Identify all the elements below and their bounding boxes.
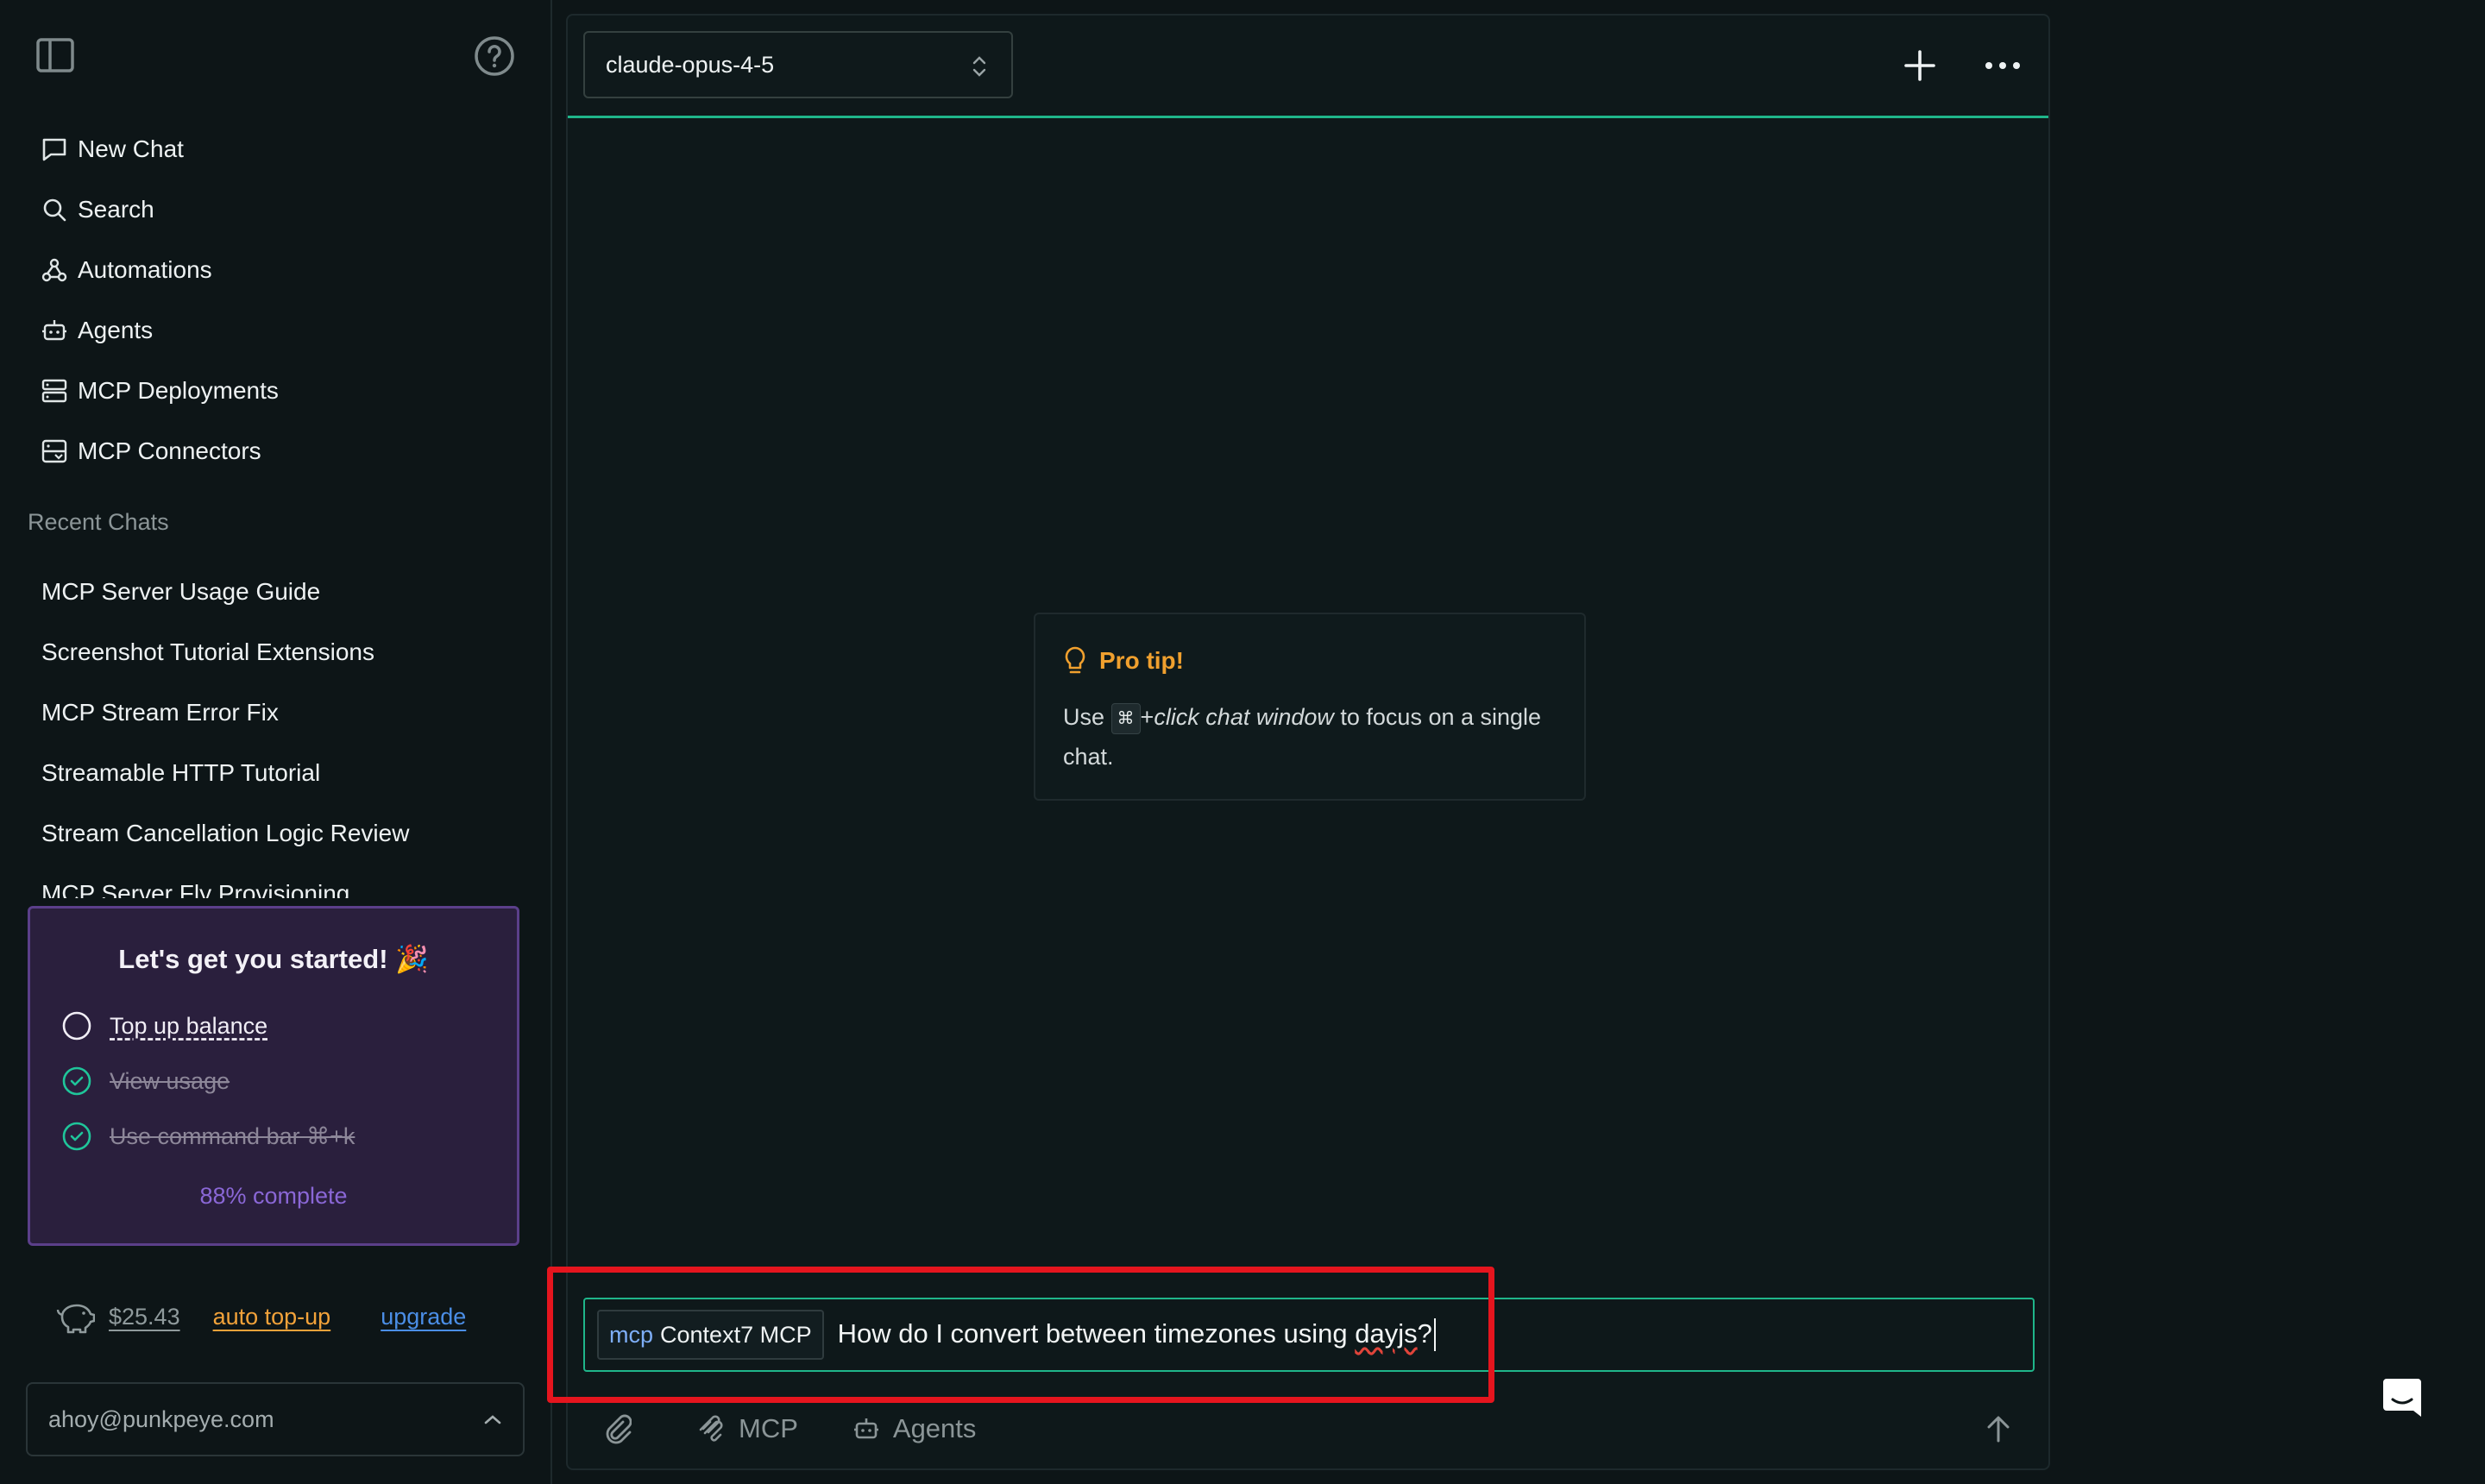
recent-chats-list: MCP Server Usage Guide Screenshot Tutori… (41, 562, 525, 898)
account-email: ahoy@punkpeye.com (48, 1405, 274, 1432)
unchecked-circle-icon (62, 1011, 91, 1041)
mcp-icon (699, 1415, 723, 1442)
text-caret (1433, 1318, 1436, 1352)
chat-input[interactable]: mcp Context7 MCP How do I convert betwee… (583, 1298, 2035, 1372)
account-menu[interactable]: ahoy@punkpeye.com (26, 1382, 525, 1456)
tip-plus: + (1140, 704, 1154, 730)
nav-search-label: Search (78, 196, 154, 223)
chevron-up-down-icon (972, 56, 986, 77)
input-text-before: How do I convert between timezones using (837, 1317, 1356, 1349)
nav-automations[interactable]: Automations (28, 240, 511, 300)
nav-mcp-deployments-label: MCP Deployments (78, 377, 279, 404)
help-icon[interactable] (473, 35, 516, 78)
auto-top-up-link[interactable]: auto top-up (213, 1304, 331, 1330)
task-label: Top up balance (110, 1012, 268, 1039)
webhook-icon (41, 258, 67, 282)
nav-search[interactable]: Search (28, 179, 511, 240)
nav-new-chat[interactable]: New Chat (28, 119, 511, 179)
attach-button[interactable] (602, 1413, 644, 1444)
onboarding-title: Let's get you started! 🎉 (118, 944, 429, 974)
onboarding-progress: 88% complete (199, 1183, 348, 1209)
model-select-value: claude-opus-4-5 (606, 51, 775, 78)
recent-chats-heading: Recent Chats (28, 509, 169, 535)
piggy-bank-icon (56, 1304, 95, 1334)
paperclip-icon (606, 1414, 632, 1444)
chat-panel: claude-opus-4-5 Pro tip! Use ⌘ +click cha… (566, 14, 2050, 1470)
recent-chat-item[interactable]: MCP Server Fly Provisioning (41, 864, 525, 898)
sidebar-nav: New Chat Search Automations Agents MCP D… (28, 119, 511, 481)
upgrade-link[interactable]: upgrade (381, 1304, 466, 1330)
input-text-after: ? (1417, 1317, 1432, 1349)
recent-chat-item[interactable]: Stream Cancellation Logic Review (41, 803, 525, 864)
chat-header: claude-opus-4-5 (568, 16, 2048, 118)
search-icon (43, 198, 66, 222)
task-view-usage[interactable]: View usage (61, 1066, 230, 1097)
nav-agents-label: Agents (78, 317, 154, 343)
plus-icon (1904, 50, 1935, 81)
mcp-tool-button[interactable]: MCP (697, 1413, 798, 1444)
onboarding-card: Let's get you started! 🎉 Top up balance … (28, 906, 519, 1246)
mcp-tool-label: MCP (739, 1413, 798, 1443)
chevron-up-icon (484, 1415, 501, 1424)
recent-chat-item[interactable]: MCP Stream Error Fix (41, 682, 525, 743)
agents-tool-button[interactable]: Agents (852, 1413, 977, 1444)
recent-chat-item[interactable]: Screenshot Tutorial Extensions (41, 622, 525, 682)
mcp-chip-kind: mcp (609, 1321, 654, 1348)
tip-action: click chat window (1154, 704, 1334, 730)
balance-amount[interactable]: $25.43 (109, 1304, 180, 1330)
composer-toolbar: MCP Agents (602, 1413, 1029, 1444)
task-label: View usage (110, 1067, 230, 1094)
nav-mcp-connectors-label: MCP Connectors (78, 437, 261, 464)
command-key: ⌘ (1110, 702, 1141, 734)
chat-input-text[interactable]: How do I convert between timezones using… (838, 1318, 1436, 1352)
recent-chat-item[interactable]: Streamable HTTP Tutorial (41, 743, 525, 803)
model-select[interactable]: claude-opus-4-5 (583, 31, 1013, 98)
bot-icon (42, 320, 66, 341)
check-circle-icon (62, 1122, 91, 1151)
arrow-up-icon (1987, 1416, 2010, 1443)
new-chat-plus-button[interactable] (1901, 47, 1939, 85)
mcp-chip-name: Context7 MCP (660, 1321, 812, 1348)
send-button[interactable] (1983, 1412, 2014, 1446)
pro-tip-text: Use ⌘ +click chat window to focus on a si… (1063, 697, 1563, 777)
tip-use: Use (1063, 704, 1105, 730)
task-command-bar[interactable]: Use command bar ⌘+k (61, 1121, 355, 1152)
nav-automations-label: Automations (78, 256, 212, 283)
bot-icon (853, 1418, 878, 1439)
more-options-button[interactable] (1983, 57, 2023, 74)
chat-bubble-icon (42, 138, 66, 161)
recent-chat-item[interactable]: MCP Server Usage Guide (41, 562, 525, 622)
agents-tool-label: Agents (892, 1413, 977, 1443)
server-icon (41, 379, 67, 403)
pro-tip-card: Pro tip! Use ⌘ +click chat window to focu… (1034, 613, 1586, 801)
lightbulb-icon (1065, 646, 1085, 674)
nav-agents[interactable]: Agents (28, 300, 511, 361)
task-label: Use command bar ⌘+k (110, 1122, 355, 1149)
nav-new-chat-label: New Chat (78, 135, 184, 162)
task-top-up-balance[interactable]: Top up balance (61, 1010, 267, 1041)
balance-row: $25.43 auto top-up upgrade (55, 1299, 466, 1334)
nav-mcp-connectors[interactable]: MCP Connectors (28, 421, 511, 481)
support-chat-icon[interactable] (2380, 1375, 2425, 1420)
sidebar-toggle-icon[interactable] (35, 35, 76, 76)
mcp-chip[interactable]: mcp Context7 MCP (597, 1310, 824, 1360)
pro-tip-title: Pro tip! (1099, 647, 1184, 674)
ellipsis-icon (1985, 62, 2020, 69)
nav-mcp-deployments[interactable]: MCP Deployments (28, 361, 511, 421)
connector-icon (41, 439, 67, 463)
input-text-misspelled: dayjs (1355, 1317, 1418, 1349)
check-circle-icon (62, 1066, 91, 1096)
sidebar: New Chat Search Automations Agents MCP D… (0, 0, 552, 1484)
